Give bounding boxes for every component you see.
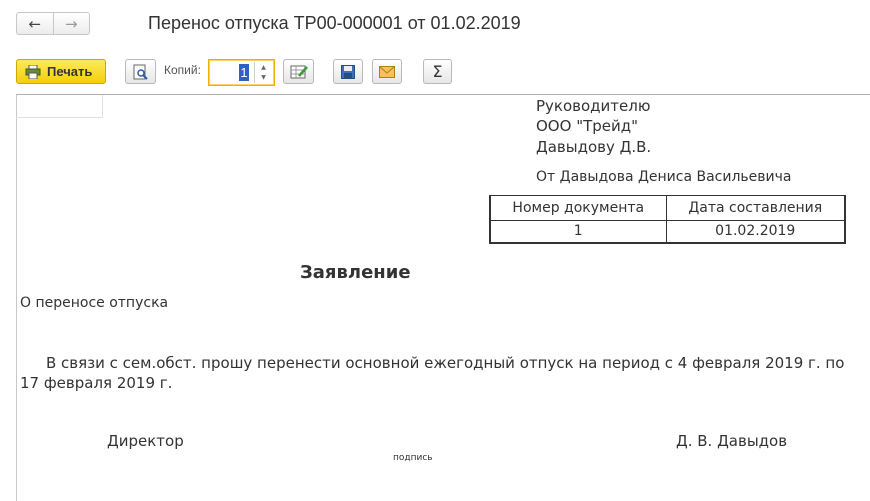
save-button[interactable] bbox=[333, 59, 363, 84]
send-email-button[interactable] bbox=[372, 59, 402, 84]
signature-caption: подпись bbox=[393, 453, 433, 463]
document-info-table: Номер документа Дата составления 1 01.02… bbox=[488, 195, 846, 244]
forward-button[interactable]: → bbox=[52, 13, 90, 34]
copies-value: 1 bbox=[239, 64, 249, 81]
doc-number-value: 1 bbox=[488, 220, 667, 244]
sigma-icon: Σ bbox=[432, 62, 443, 81]
preview-icon bbox=[133, 64, 148, 80]
sum-button[interactable]: Σ bbox=[423, 59, 452, 84]
print-button[interactable]: Печать bbox=[16, 59, 106, 84]
floppy-disk-icon bbox=[341, 64, 355, 79]
copies-input[interactable]: 1 ▲ ▼ bbox=[208, 59, 275, 86]
applicant-line: От Давыдова Дениса Васильевича bbox=[536, 169, 792, 185]
addressee-line-2: ООО "Трейд" bbox=[536, 117, 639, 135]
navigation-group: ← → bbox=[16, 12, 90, 35]
document-heading: Заявление bbox=[300, 262, 411, 283]
doc-date-value: 01.02.2019 bbox=[665, 220, 846, 244]
arrow-left-icon: ← bbox=[28, 14, 42, 33]
printer-icon bbox=[25, 64, 41, 79]
spin-up-icon[interactable]: ▲ bbox=[261, 64, 266, 71]
back-button[interactable]: ← bbox=[17, 13, 53, 34]
print-button-label: Печать bbox=[47, 64, 93, 79]
envelope-icon bbox=[379, 65, 395, 78]
signature-position: Директор bbox=[107, 432, 184, 450]
table-row: 1 01.02.2019 bbox=[488, 220, 846, 244]
copies-stepper[interactable]: ▲ ▼ bbox=[254, 62, 272, 83]
grid-corner-cell bbox=[16, 95, 103, 118]
header-doc-number: Номер документа bbox=[488, 195, 667, 221]
header-doc-date: Дата составления bbox=[665, 195, 846, 221]
addressee-line-1: Руководителю bbox=[536, 97, 651, 115]
spin-down-icon[interactable]: ▼ bbox=[261, 74, 266, 81]
copies-label: Копий: bbox=[164, 63, 201, 77]
signature-name: Д. В. Давыдов bbox=[676, 432, 788, 450]
addressee-line-3: Давыдову Д.В. bbox=[536, 138, 652, 156]
table-header-row: Номер документа Дата составления bbox=[488, 195, 846, 221]
edit-toggle-button[interactable] bbox=[283, 59, 314, 84]
document-body: В связи с сем.обст. прошу перенести осно… bbox=[20, 354, 845, 392]
document-subject: О переносе отпуска bbox=[20, 295, 169, 311]
edit-table-icon bbox=[290, 65, 308, 78]
preview-button[interactable] bbox=[125, 59, 156, 84]
window-title: Перенос отпуска ТР00-000001 от 01.02.201… bbox=[148, 13, 521, 33]
arrow-right-icon: → bbox=[64, 14, 78, 33]
